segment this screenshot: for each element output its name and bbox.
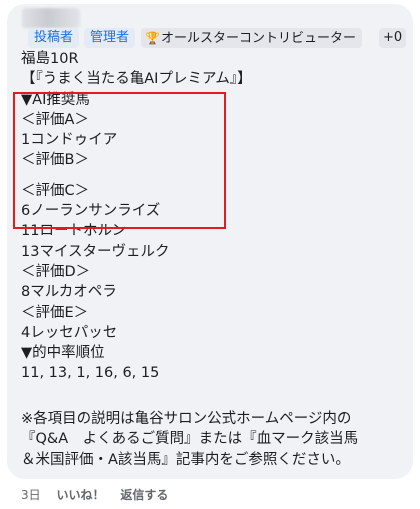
rating-c-label: ＜評価C＞ <box>21 182 90 199</box>
trophy-icon: 🏆 <box>145 31 160 45</box>
rating-a-horse: 1コンドゥイア <box>21 132 118 149</box>
admin-badge: 管理者 <box>84 28 136 48</box>
rating-c-horse-1: 6ノーランサンライズ <box>21 203 161 220</box>
ai-recommended-heading: ▼AI推奨馬 <box>21 91 90 108</box>
rating-c-horse-2: 11ロートホルン <box>21 223 127 240</box>
like-button[interactable]: いいね！ <box>56 486 104 503</box>
premium-title: 【『うまく当たる亀AIプレミアム』】 <box>21 71 252 88</box>
comment-actions: 3日 いいね！ 返信する <box>21 486 180 503</box>
rating-b-label: ＜評価B＞ <box>21 152 89 169</box>
footnote-line-3: ＆米国評価・A該当馬』記事内をご参照ください。 <box>21 451 350 468</box>
footnote: ※各項目の説明は亀谷サロン公式ホームページ内の 『Q&A よくあるご質問』または… <box>21 409 401 470</box>
hit-rate-order: 11, 13, 1, 16, 6, 15 <box>21 365 160 382</box>
footnote-line-2: 『Q&A よくあるご質問』または『血マーク該当馬 <box>21 431 359 448</box>
author-name-blurred[interactable] <box>22 8 80 28</box>
more-badges[interactable]: +0 <box>379 28 407 48</box>
reply-button[interactable]: 返信する <box>120 486 168 503</box>
rating-d-label: ＜評価D＞ <box>21 263 91 280</box>
comment-body: 福島10R 【『うまく当たる亀AIプレミアム』】 ▼AI推奨馬 ＜評価A＞ 1コ… <box>21 49 252 384</box>
rating-c-horse-3: 13マイスターヴェルク <box>21 243 170 260</box>
rating-b-empty <box>21 171 252 181</box>
poster-badge: 投稿者 <box>28 28 80 48</box>
rating-d-horse: 8マルカオペラ <box>21 284 117 301</box>
rating-e-label: ＜評価E＞ <box>21 304 89 321</box>
contributor-badge-label: オールスターコントリビューター <box>161 31 357 46</box>
contributor-badge[interactable]: 🏆オールスターコントリビューター <box>141 28 363 48</box>
race-name: 福島10R <box>21 51 79 67</box>
rating-e-horse: 4レッセパッセ <box>21 324 118 341</box>
timestamp-link[interactable]: 3日 <box>21 486 41 503</box>
footnote-line-1: ※各項目の説明は亀谷サロン公式ホームページ内の <box>21 411 352 427</box>
hit-rate-heading: ▼的中率順位 <box>21 345 105 362</box>
rating-a-label: ＜評価A＞ <box>21 111 89 128</box>
